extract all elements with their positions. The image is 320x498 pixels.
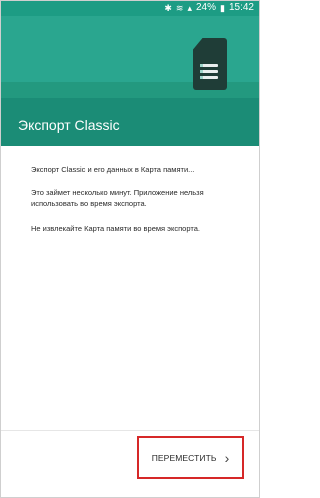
content-area: Экспорт Classic и его данных в Карта пам…: [0, 146, 260, 430]
chevron-right-icon: ›: [224, 449, 230, 466]
status-time: 15:42: [228, 2, 254, 13]
divider: [0, 430, 260, 431]
page-title: Экспорт Classic: [18, 117, 120, 133]
bluetooth-icon: ✱: [164, 3, 172, 13]
signal-icon: ▴: [187, 3, 192, 13]
duration-warning: Это займет несколько минут. Приложение н…: [31, 188, 204, 208]
move-button-label: ПЕРЕМЕСТИТЬ: [151, 452, 217, 463]
status-bar: ✱ ≋ ▴ 24% ▮ 15:42: [0, 0, 260, 16]
battery-percent: 24%: [196, 2, 217, 13]
status-icons: ✱ ≋ ▴ 24% ▮ 15:42: [164, 2, 254, 14]
sd-card-lines: [200, 64, 218, 82]
battery-icon: ▮: [220, 3, 225, 13]
do-not-remove-warning: Не извлекайте Карта памяти во время эксп…: [31, 224, 200, 233]
export-message: Экспорт Classic и его данных в Карта пам…: [31, 165, 195, 174]
move-button[interactable]: ПЕРЕМЕСТИТЬ ›: [137, 436, 244, 479]
wifi-icon: ≋: [175, 3, 184, 13]
export-header: Экспорт Classic: [0, 16, 260, 146]
